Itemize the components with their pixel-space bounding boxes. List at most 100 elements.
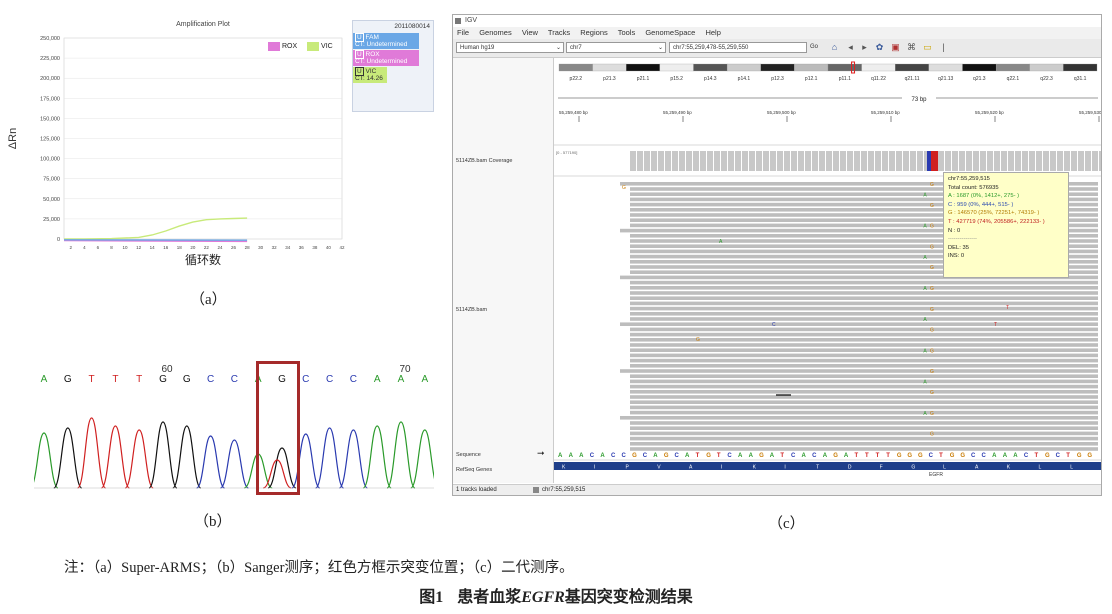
reference-base: C (1056, 453, 1061, 459)
reference-base: A (600, 453, 605, 459)
well-entry-vic: U VIC CT: 14.26 (353, 67, 387, 83)
coverage-bar-variant-t (931, 151, 938, 171)
coverage-bar (700, 151, 706, 171)
bam-track-label: 5114ZB.bam (456, 307, 488, 313)
refresh-icon[interactable]: ✿ (874, 42, 885, 53)
y-tick-label: 175,000 (40, 96, 60, 102)
status-locus: chr7:55,259,515 (542, 487, 586, 493)
menu-view[interactable]: View (522, 28, 538, 37)
igv-window: IGV File Genomes View Tracks Regions Too… (452, 14, 1102, 496)
cytoband-label: p22.2 (570, 76, 583, 82)
x-tick-label: 28 (245, 245, 251, 250)
amino-acid: L (1038, 465, 1041, 471)
panel-b-caption: （b） (194, 514, 232, 530)
locus-input[interactable]: chr7:55,259,478-55,259,550 (669, 42, 807, 53)
coverage-bar (714, 151, 720, 171)
coverage-bar (658, 151, 664, 171)
peak-g (172, 425, 202, 489)
reference-base: C (611, 453, 616, 459)
coverage-bar (798, 151, 804, 171)
coverage-bar (1064, 151, 1070, 171)
well-ct: CT: Undetermined (355, 58, 408, 65)
aligned-read (630, 332, 1098, 337)
reference-base: A (653, 453, 658, 459)
peak-c (338, 429, 368, 489)
aligned-read (630, 405, 1098, 410)
back-arrow-icon[interactable]: ◂ (845, 42, 856, 53)
menu-tools[interactable]: Tools (618, 28, 636, 37)
x-tick-label: 24 (217, 245, 223, 250)
genome-select[interactable]: Human hg19 ⌄ (456, 42, 564, 53)
menu-genomespace[interactable]: GenomeSpace (645, 28, 695, 37)
forward-arrow-icon[interactable]: ▸ (859, 42, 870, 53)
tooltip-line: G : 146570 (25%, 72251+, 74319- ) (948, 210, 1040, 217)
tooltip-line: --------------- (948, 236, 977, 243)
cytoband (895, 63, 930, 72)
coverage-bar (1022, 151, 1028, 171)
coverage-bar (896, 151, 902, 171)
peak-t (77, 417, 107, 489)
chromosome-select[interactable]: chr7 ⌄ (566, 42, 666, 53)
cytoband (794, 63, 829, 72)
coverage-bar (770, 151, 776, 171)
aligned-read (620, 369, 1098, 373)
reference-base: C (971, 453, 976, 459)
well-ct: CT: 14.26 (355, 75, 383, 82)
cytoband-label: q21.3 (973, 76, 986, 82)
reference-base: T (717, 453, 721, 459)
coverage-bar (763, 151, 769, 171)
well-ct: CT: Undetermined (355, 41, 408, 48)
well-entry-rox: U ROX CT: Undetermined (353, 50, 419, 66)
coverage-bar (840, 151, 846, 171)
menu-file[interactable]: File (457, 28, 469, 37)
igv-menu-bar: File Genomes View Tracks Regions Tools G… (453, 27, 1101, 39)
panel-b: 60 70 A G T T T G G C C A G C C C A A A （b） (34, 360, 434, 540)
coverage-bar (812, 151, 818, 171)
y-tick-label: 200,000 (40, 76, 60, 82)
reference-base: T (696, 453, 700, 459)
menu-genomes[interactable]: Genomes (479, 28, 512, 37)
coverage-bar (889, 151, 895, 171)
coverage-bar (994, 151, 1000, 171)
resize-icon[interactable]: ⌘ (906, 42, 917, 53)
well-name: FAM (365, 34, 379, 41)
region-icon[interactable]: ▣ (890, 42, 901, 53)
coverage-bar (679, 151, 685, 171)
aligned-read (630, 291, 1098, 295)
x-tick-label: 8 (110, 245, 113, 250)
reference-base: G (632, 453, 637, 459)
go-button[interactable]: Go (809, 42, 823, 53)
coverage-bar (1085, 151, 1091, 171)
read-mismatch-g: G (930, 328, 934, 334)
coverage-bar-variant-g (927, 151, 931, 171)
menu-tracks[interactable]: Tracks (548, 28, 570, 37)
aligned-read (630, 306, 1098, 311)
popup-icon[interactable]: ▭ (922, 42, 933, 53)
menu-help[interactable]: Help (705, 28, 720, 37)
tooltip-line: T : 427719 (74%, 205586+, 222133- ) (948, 218, 1045, 225)
figure-caption-text-a: 患者血浆 (457, 589, 522, 606)
x-tick-label: 16 (163, 245, 169, 250)
panel-a-caption: （a） (190, 292, 227, 308)
coverage-bar (1078, 151, 1084, 171)
home-icon[interactable]: ⌂ (829, 42, 840, 53)
cytoband-label: q21.11 (905, 76, 920, 82)
coverage-bar (868, 151, 874, 171)
coverage-bar (917, 151, 923, 171)
read-mismatch-t: T (994, 322, 997, 328)
read-mismatch-g: G (930, 411, 934, 417)
x-tick-label: 38 (312, 245, 318, 250)
x-tick-label: 10 (123, 245, 129, 250)
menu-regions[interactable]: Regions (580, 28, 608, 37)
tooltip-line: DEL: 35 (948, 244, 969, 251)
amino-acid: I (594, 465, 595, 471)
y-tick-label: 50,000 (43, 197, 60, 203)
ideogram-ruler: p22.2 p21.3 p21.1 p15.2 p14.3 p14.1 p12.3 p12.1… (554, 58, 1101, 146)
ruler-tick-label: 55,259,490 bp (663, 110, 692, 115)
aligned-read (630, 286, 1098, 290)
reference-base: C (622, 453, 627, 459)
tooltip-line: A : 1687 (0%, 1412+, 275- ) (948, 193, 1020, 200)
cytoband-label: p12.1 (805, 76, 818, 82)
reference-base: G (960, 453, 965, 459)
aligned-read (630, 343, 1098, 347)
